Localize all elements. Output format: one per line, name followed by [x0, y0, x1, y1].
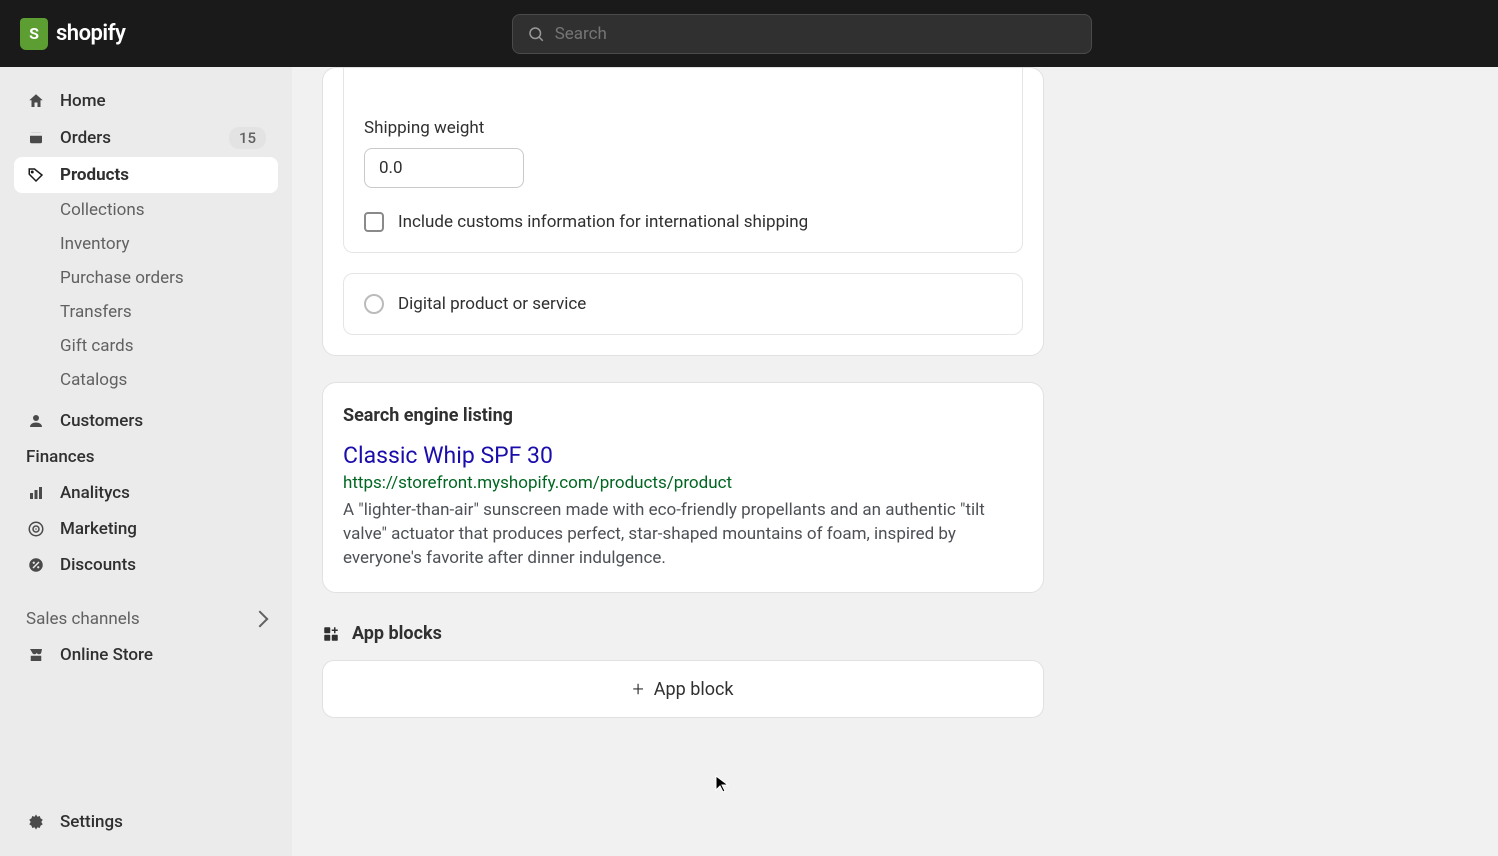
sidebar-section-finances[interactable]: Finances — [14, 439, 278, 475]
discounts-icon — [26, 555, 46, 575]
analytics-icon — [26, 483, 46, 503]
sidebar-item-label: Products — [60, 165, 129, 185]
sidebar-item-discounts[interactable]: Discounts — [14, 547, 278, 583]
sidebar-item-settings[interactable]: Settings — [14, 804, 278, 840]
products-subnav: Collections Inventory Purchase orders Tr… — [14, 193, 278, 397]
sidebar-item-label: Collections — [60, 200, 145, 220]
marketing-icon — [26, 519, 46, 539]
main-content: Shipping weight Include customs informat… — [292, 67, 1498, 856]
seo-card: Search engine listing Classic Whip SPF 3… — [322, 382, 1044, 593]
search-input[interactable] — [555, 24, 1077, 44]
sidebar-item-label: Gift cards — [60, 336, 134, 356]
products-icon — [26, 165, 46, 185]
sidebar-item-orders[interactable]: Orders 15 — [14, 119, 278, 157]
sidebar-item-label: Catalogs — [60, 370, 127, 390]
search-container — [125, 14, 1478, 54]
sidebar-item-catalogs[interactable]: Catalogs — [48, 363, 278, 397]
seo-heading: Search engine listing — [343, 405, 1023, 426]
sidebar-item-transfers[interactable]: Transfers — [48, 295, 278, 329]
shopify-logo-text: shopify — [56, 21, 125, 46]
seo-description: A "lighter-than-air" sunscreen made with… — [343, 499, 1023, 570]
search-box[interactable] — [512, 14, 1092, 54]
digital-product-row[interactable]: Digital product or service — [344, 274, 1022, 334]
seo-title[interactable]: Classic Whip SPF 30 — [343, 442, 1023, 469]
app-blocks-title: App blocks — [352, 623, 442, 644]
sidebar-item-analytics[interactable]: Analitycs — [14, 475, 278, 511]
top-header: shopify — [0, 0, 1498, 67]
sidebar-section-sales-channels[interactable]: Sales channels — [14, 601, 278, 637]
add-app-block-button[interactable]: + App block — [322, 660, 1044, 718]
sidebar-item-label: Home — [60, 91, 106, 111]
orders-icon — [26, 128, 46, 148]
sidebar-item-label: Discounts — [60, 555, 136, 575]
shopify-logo[interactable]: shopify — [20, 18, 125, 50]
sidebar-item-label: Marketing — [60, 519, 137, 539]
sales-channels-label: Sales channels — [26, 609, 140, 629]
sidebar-item-collections[interactable]: Collections — [48, 193, 278, 227]
sidebar-item-purchase-orders[interactable]: Purchase orders — [48, 261, 278, 295]
sidebar-item-label: Customers — [60, 411, 143, 431]
settings-icon — [26, 812, 46, 832]
add-app-block-label: App block — [654, 679, 734, 700]
shipping-weight-label: Shipping weight — [364, 118, 1002, 138]
sidebar: Home Orders 15 Products Collections Inve… — [0, 67, 292, 856]
plus-icon: + — [632, 677, 643, 701]
customs-checkbox-label: Include customs information for internat… — [398, 212, 808, 232]
chevron-right-icon — [252, 611, 269, 628]
sidebar-item-label: Transfers — [60, 302, 132, 322]
customs-checkbox[interactable] — [364, 212, 384, 232]
customers-icon — [26, 411, 46, 431]
sidebar-item-products[interactable]: Products — [14, 157, 278, 193]
digital-product-label: Digital product or service — [398, 294, 586, 314]
sidebar-item-gift-cards[interactable]: Gift cards — [48, 329, 278, 363]
app-blocks-header: App blocks — [322, 623, 1044, 644]
sidebar-item-label: Inventory — [60, 234, 130, 254]
seo-url[interactable]: https://storefront.myshopify.com/product… — [343, 473, 1023, 493]
sidebar-item-inventory[interactable]: Inventory — [48, 227, 278, 261]
sidebar-item-customers[interactable]: Customers — [14, 403, 278, 439]
sidebar-item-label: Orders — [60, 128, 111, 148]
search-icon — [527, 25, 545, 43]
shipping-weight-input[interactable] — [364, 148, 524, 188]
shopify-logo-icon — [20, 18, 48, 50]
sidebar-item-label: Purchase orders — [60, 268, 184, 288]
home-icon — [26, 91, 46, 111]
digital-product-radio[interactable] — [364, 294, 384, 314]
online-store-icon — [26, 645, 46, 665]
app-blocks-icon — [322, 625, 340, 643]
customs-checkbox-row[interactable]: Include customs information for internat… — [364, 212, 1002, 232]
sidebar-item-online-store[interactable]: Online Store — [14, 637, 278, 673]
shipping-card: Shipping weight Include customs informat… — [322, 67, 1044, 356]
sidebar-item-marketing[interactable]: Marketing — [14, 511, 278, 547]
sidebar-item-label: Settings — [60, 812, 123, 832]
orders-badge: 15 — [229, 127, 266, 149]
sidebar-item-label: Online Store — [60, 645, 153, 665]
sidebar-item-home[interactable]: Home — [14, 83, 278, 119]
sidebar-item-label: Analitycs — [60, 483, 130, 503]
digital-product-card: Digital product or service — [343, 273, 1023, 335]
